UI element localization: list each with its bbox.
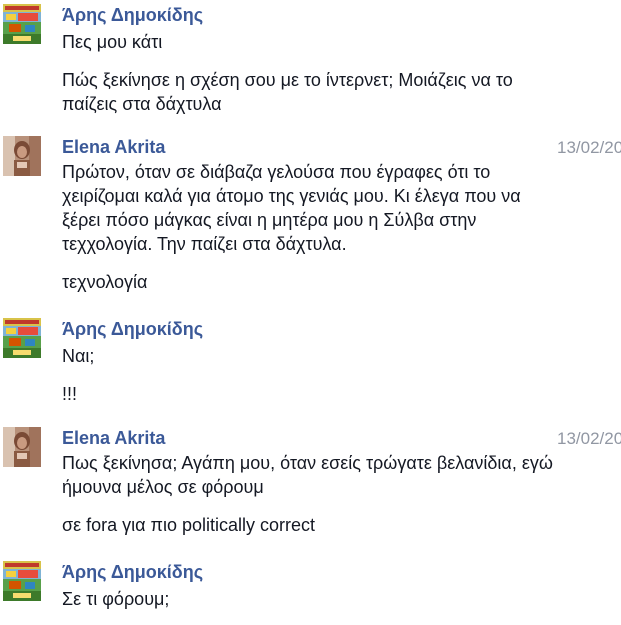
sender-name[interactable]: Άρης Δημοκίδης: [62, 4, 203, 26]
message-body: Σε τι φόρουμ;: [62, 587, 618, 625]
message-text: τεχνολογία: [62, 272, 148, 292]
message-thread: Άρης Δημοκίδης Πες μου κάτι Πώς ξεκίνησε…: [0, 0, 621, 613]
message-text: Σε τι φόρουμ;: [62, 589, 170, 609]
message-paragraph: Πώς ξεκίνησε η σχέση σου με το ίντερνετ;…: [62, 68, 618, 116]
avatar-elena-icon[interactable]: [3, 136, 41, 176]
message-text: Πώς ξεκίνησε η σχέση σου με το ίντερνετ;…: [62, 70, 513, 90]
message-text: !!!: [62, 384, 78, 404]
sender-name[interactable]: Άρης Δημοκίδης: [62, 561, 203, 583]
message-text: Ναι;: [62, 346, 95, 366]
message-body: Ναι; !!!: [62, 344, 618, 420]
timestamp: 13/02/20: [557, 138, 621, 157]
message-body: Πρώτον, όταν σε διάβαζα γελούσα που έγρα…: [62, 160, 618, 308]
avatar-aris-icon[interactable]: [3, 4, 41, 44]
avatar-aris-icon[interactable]: [3, 318, 41, 358]
message-paragraph: Σε τι φόρουμ;: [62, 587, 618, 611]
avatar-elena-icon[interactable]: [3, 427, 41, 467]
message-paragraph: Πως ξεκίνησα; Αγάπη μου, όταν εσείς τρώγ…: [62, 451, 618, 499]
message-text: ήμουνα μέλος σε φόρουμ: [62, 477, 264, 497]
message-paragraph: Ναι;: [62, 344, 618, 368]
message-text: Πως ξεκίνησα; Αγάπη μου, όταν εσείς τρώγ…: [62, 453, 553, 473]
sender-name[interactable]: Elena Akrita: [62, 427, 165, 449]
avatar-aris-icon[interactable]: [3, 561, 41, 601]
message-text: Πες μου κάτι: [62, 32, 163, 52]
message-paragraph: Πρώτον, όταν σε διάβαζα γελούσα που έγρα…: [62, 160, 618, 256]
message-paragraph: τεχνολογία: [62, 270, 618, 294]
message-paragraph: !!!: [62, 382, 618, 406]
message-text: παίζεις στα δάχτυλα: [62, 94, 222, 114]
timestamp: 13/02/20: [557, 429, 621, 448]
message-body: Πως ξεκίνησα; Αγάπη μου, όταν εσείς τρώγ…: [62, 451, 618, 551]
sender-name[interactable]: Elena Akrita: [62, 136, 165, 158]
message-text: ξέρει πόσο μάγκας είναι η μητέρα μου η Σ…: [62, 210, 477, 230]
sender-name[interactable]: Άρης Δημοκίδης: [62, 318, 203, 340]
message-text: σε fora για πιο politically correct: [62, 515, 316, 535]
message-text: τεχχολογία. Την παίζει στα δάχτυλα.: [62, 234, 347, 254]
message-text: Πρώτον, όταν σε διάβαζα γελούσα που έγρα…: [62, 162, 491, 182]
message-text: χειρίζομαι καλά για άτομο της γενιάς μου…: [62, 186, 521, 206]
message-paragraph: σε fora για πιο politically correct: [62, 513, 618, 537]
message-body: Πες μου κάτι Πώς ξεκίνησε η σχέση σου με…: [62, 30, 618, 130]
message-paragraph: Πες μου κάτι: [62, 30, 618, 54]
